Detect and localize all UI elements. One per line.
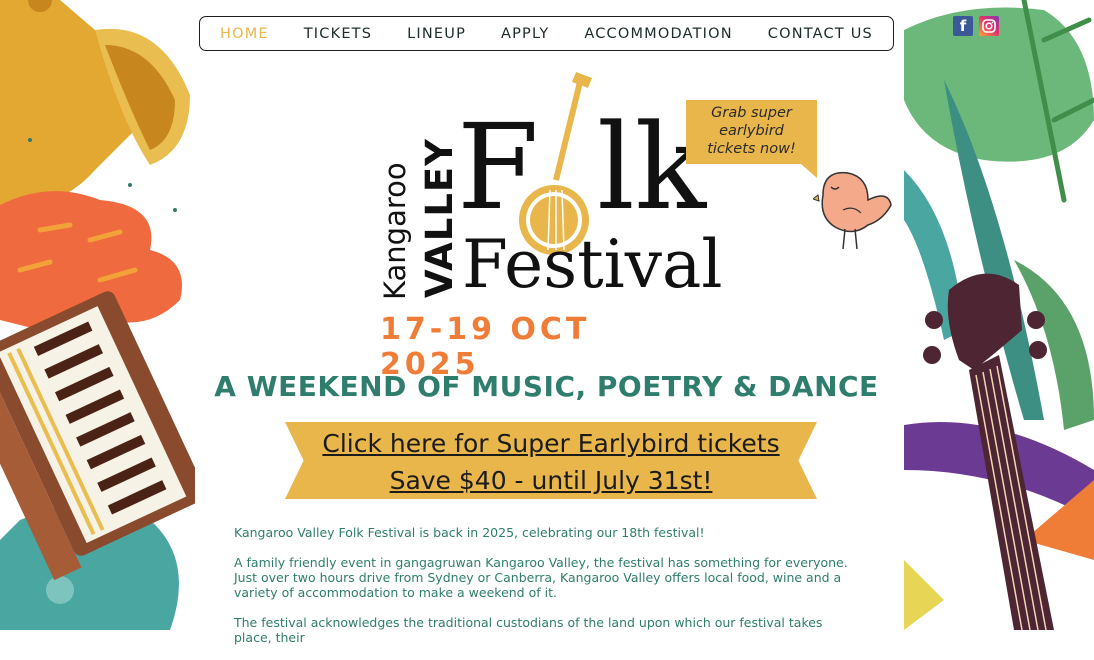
earlybird-ribbon: Click here for Super Earlybird tickets S… bbox=[285, 422, 817, 499]
intro-paragraph-1: Kangaroo Valley Folk Festival is back in… bbox=[234, 525, 705, 540]
left-illustration bbox=[0, 0, 195, 630]
nav-apply[interactable]: APPLY bbox=[501, 26, 549, 42]
nav-home[interactable]: HOME bbox=[220, 26, 269, 42]
tagline: A WEEKEND OF MUSIC, POETRY & DANCE bbox=[214, 370, 879, 403]
intro-paragraph-3: The festival acknowledges the traditiona… bbox=[234, 615, 823, 645]
logo-folk-f: F bbox=[457, 98, 539, 236]
logo-festival: Festival bbox=[462, 226, 723, 303]
right-illustration bbox=[904, 0, 1094, 630]
bird-icon bbox=[813, 171, 892, 250]
logo-kangaroo: Kangaroo bbox=[378, 162, 412, 300]
bubble-line-3: tickets now! bbox=[707, 141, 796, 157]
nav-accommodation[interactable]: ACCOMMODATION bbox=[584, 26, 732, 42]
main-nav: HOME TICKETS LINEUP APPLY ACCOMMODATION … bbox=[199, 16, 894, 51]
nav-lineup[interactable]: LINEUP bbox=[407, 26, 466, 42]
earlybird-save-link[interactable]: Save $40 - until July 31st! bbox=[285, 462, 817, 499]
facebook-icon[interactable]: f bbox=[953, 16, 973, 36]
facebook-icon-glyph: f bbox=[959, 17, 967, 35]
logo-valley: VALLEY bbox=[418, 138, 461, 298]
earlybird-tickets-link[interactable]: Click here for Super Earlybird tickets bbox=[285, 422, 817, 462]
bubble-line-1: Grab super bbox=[711, 105, 792, 121]
intro-paragraph-2: A family friendly event in gangagruwan K… bbox=[234, 555, 848, 600]
social-links: f bbox=[953, 16, 999, 36]
nav-contact-us[interactable]: CONTACT US bbox=[768, 26, 873, 42]
bubble-line-2: earlybird bbox=[719, 123, 784, 139]
nav-tickets[interactable]: TICKETS bbox=[304, 26, 372, 42]
earlybird-speech-bubble: Grab super earlybird tickets now! bbox=[686, 100, 817, 178]
instagram-icon[interactable] bbox=[979, 16, 999, 36]
intro-text: Kangaroo Valley Folk Festival is back in… bbox=[234, 525, 854, 660]
